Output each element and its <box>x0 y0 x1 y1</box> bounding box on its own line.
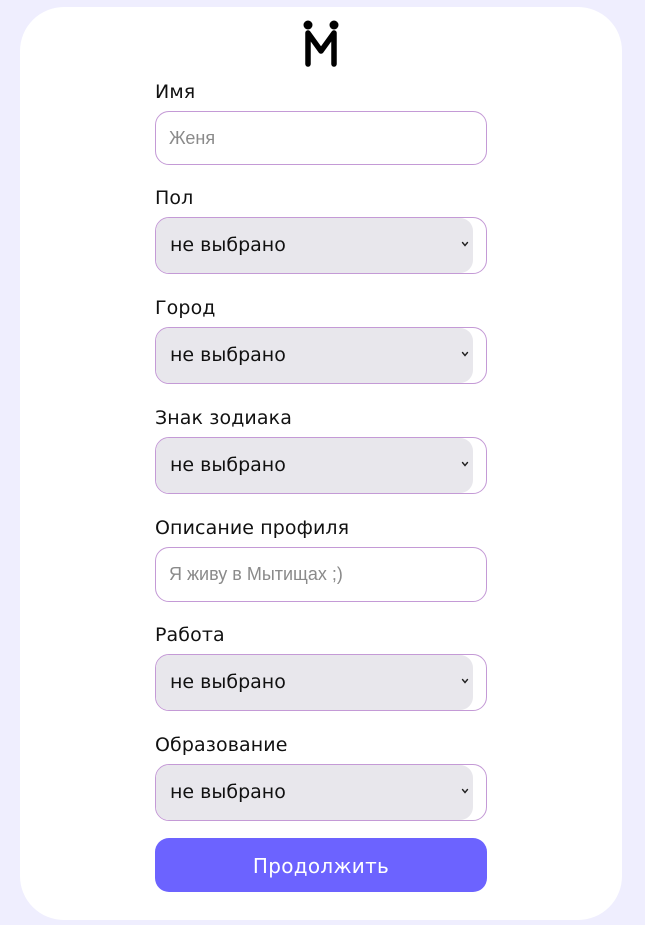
work-label: Работа <box>155 624 225 646</box>
city-select-value: не выбрано <box>170 344 286 366</box>
education-label: Образование <box>155 734 288 756</box>
description-label: Описание профиля <box>155 517 350 539</box>
name-field: Имя <box>155 81 487 165</box>
city-field: Город не выбрано <box>155 297 487 385</box>
city-select[interactable]: не выбрано <box>155 327 487 384</box>
work-field: Работа не выбрано <box>155 624 487 712</box>
zodiac-field: Знак зодиака не выбрано <box>155 407 487 495</box>
work-select-value: не выбрано <box>170 671 286 693</box>
chevron-down-icon <box>461 461 469 467</box>
chevron-down-icon <box>461 788 469 794</box>
gender-field: Пол не выбрано <box>155 187 487 275</box>
description-input[interactable] <box>155 547 487 602</box>
chevron-down-icon <box>461 241 469 247</box>
education-field: Образование не выбрано <box>155 734 487 822</box>
city-label: Город <box>155 297 216 319</box>
gender-label: Пол <box>155 187 194 209</box>
zodiac-label: Знак зодиака <box>155 407 292 429</box>
name-input[interactable] <box>155 111 487 165</box>
education-select-value: не выбрано <box>170 781 286 803</box>
description-field: Описание профиля <box>155 517 487 603</box>
gender-select[interactable]: не выбрано <box>155 217 487 274</box>
zodiac-select[interactable]: не выбрано <box>155 437 487 494</box>
education-select[interactable]: не выбрано <box>155 764 487 821</box>
continue-button[interactable]: Продолжить <box>155 838 487 892</box>
gender-select-value: не выбрано <box>170 234 286 256</box>
chevron-down-icon <box>461 678 469 684</box>
name-label: Имя <box>155 81 196 103</box>
zodiac-select-value: не выбрано <box>170 454 286 476</box>
work-select[interactable]: не выбрано <box>155 654 487 711</box>
logo-icon <box>303 20 339 67</box>
chevron-down-icon <box>461 351 469 357</box>
